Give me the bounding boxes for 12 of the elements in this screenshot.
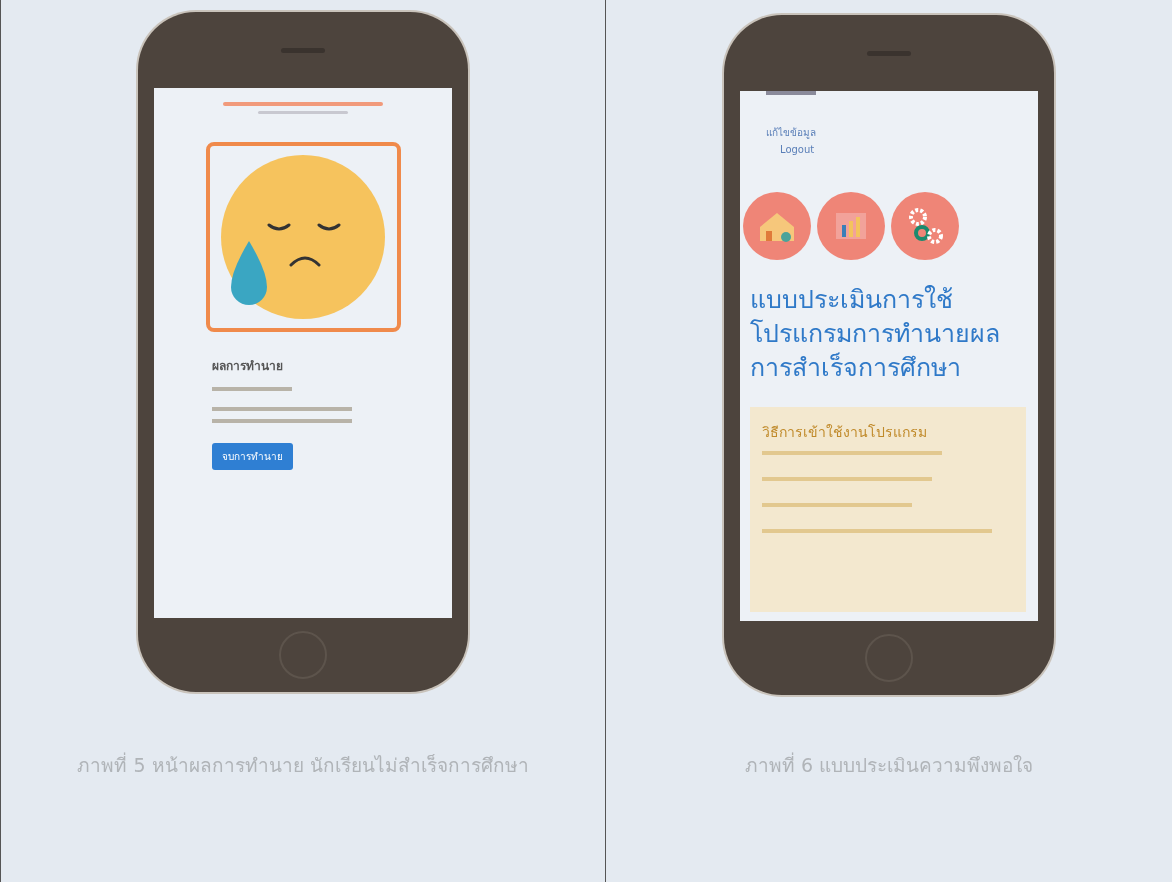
nav-link[interactable]: Logout <box>780 144 815 155</box>
result-heading: ผลการทำนาย <box>212 358 284 375</box>
chart-icon[interactable] <box>816 191 886 261</box>
finish-button[interactable]: จบการทำนาย <box>212 443 293 470</box>
figure-caption: ภาพที่ 6 แบบประเมินความพึงพอใจ <box>743 751 1035 778</box>
nav-link[interactable]: แก้ไขข้อมูล <box>766 125 816 140</box>
house-icon[interactable] <box>742 191 812 261</box>
gears-icon[interactable] <box>890 191 960 261</box>
crying-face-icon <box>219 153 387 321</box>
figure-caption: ภาพที่ 5 หน้าผลการทำนาย นักเรียนไม่สำเร็จการศึกษา <box>76 751 530 778</box>
page-title: แบบประเมินการใช้ โปรแกรมการทำนายผล การสำเร็จการศึกษา <box>749 284 1001 384</box>
instructions-heading: วิธีการเข้าใช้งานโปรแกรม <box>762 423 928 442</box>
